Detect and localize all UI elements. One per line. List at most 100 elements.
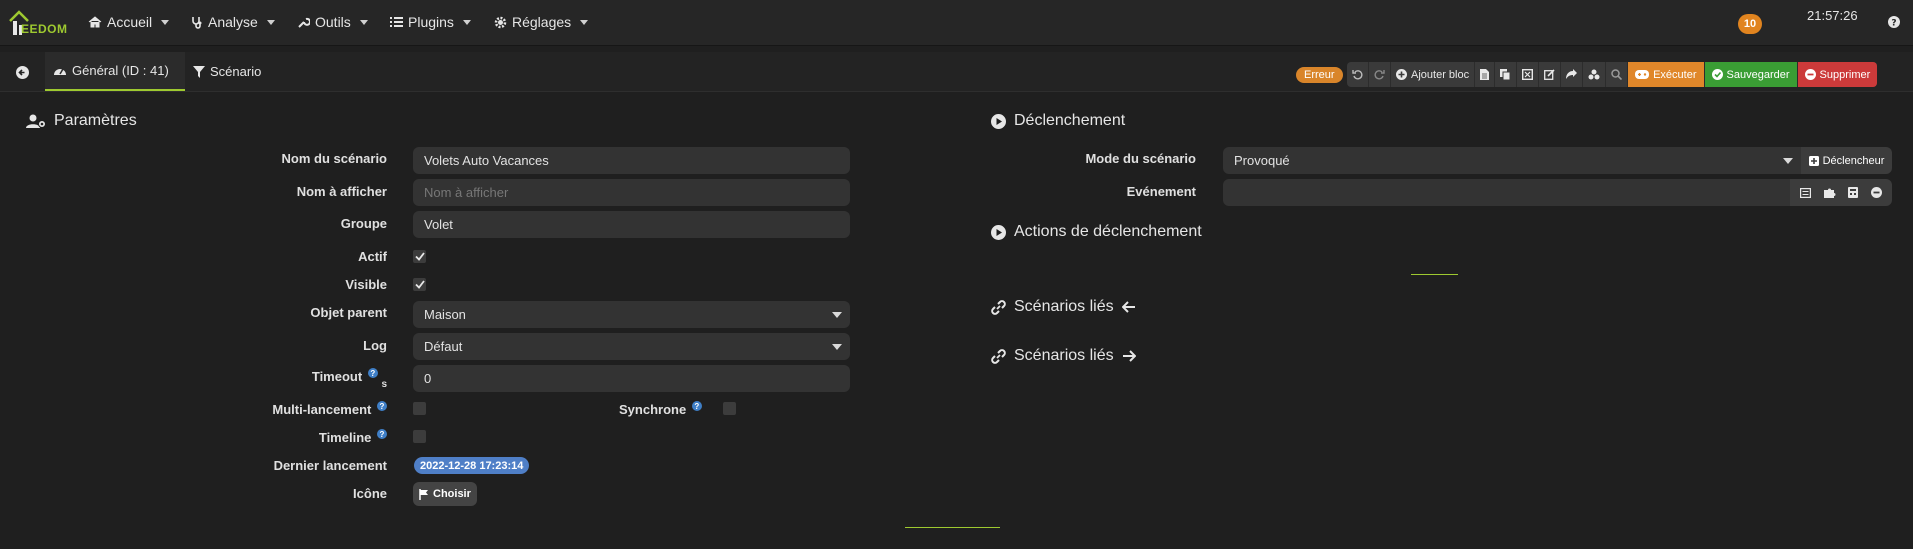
- calculator-icon[interactable]: [1848, 187, 1859, 198]
- template-icon: [1522, 69, 1534, 80]
- nav-plugins[interactable]: Plugins: [390, 14, 471, 30]
- execute-button[interactable]: Exécuter: [1628, 62, 1705, 87]
- nav-reglages[interactable]: Réglages: [494, 14, 589, 30]
- last-run-badge: 2022-12-28 17:23:14: [414, 457, 530, 474]
- log-select[interactable]: Défaut: [413, 333, 850, 360]
- list-icon: [390, 17, 403, 27]
- play-circle-icon: [991, 224, 1006, 240]
- puzzle-icon[interactable]: [1823, 187, 1836, 198]
- search-button[interactable]: [1606, 62, 1629, 87]
- log-value: Défaut: [424, 339, 463, 354]
- trigger-actions-title: Actions de déclenchement: [1014, 223, 1202, 240]
- add-trigger-label: Déclencheur: [1822, 154, 1885, 167]
- search-icon: [1611, 69, 1623, 80]
- copy-button[interactable]: [1495, 62, 1518, 87]
- logo-text: EEDOM: [21, 22, 68, 36]
- help-icon[interactable]: ?: [367, 368, 378, 378]
- linked-in-title: Scénarios liés: [1014, 298, 1114, 315]
- status-badge-erreur: Erreur: [1296, 67, 1343, 83]
- parent-object-select[interactable]: Maison: [413, 301, 850, 328]
- undo-button[interactable]: [1347, 62, 1369, 87]
- trigger-actions-section-title: Actions de déclenchement: [991, 223, 1202, 241]
- divider: [1411, 274, 1458, 275]
- linked-out-section-title[interactable]: Scénarios liés: [991, 347, 1136, 365]
- multi-launch-label: Multi-lancement: [272, 401, 372, 417]
- sync-checkbox[interactable]: [723, 402, 736, 415]
- plus-square-icon: [1808, 155, 1819, 166]
- add-block-button[interactable]: Ajouter bloc: [1391, 62, 1476, 87]
- nav-plugins-label: Plugins: [408, 14, 454, 30]
- chevron-down-icon: [832, 312, 842, 318]
- help-icon[interactable]: ?: [377, 401, 387, 411]
- params-title: Paramètres: [54, 112, 137, 129]
- tab-general[interactable]: Général (ID : 41): [45, 52, 185, 91]
- multi-launch-label-group: Multi-lancement ?: [272, 401, 387, 417]
- export-button[interactable]: [1561, 62, 1584, 87]
- play-circle-icon: [991, 113, 1006, 129]
- multi-launch-checkbox[interactable]: [413, 402, 426, 415]
- nav-outils[interactable]: Outils: [297, 14, 368, 30]
- add-trigger-button[interactable]: Déclencheur: [1801, 147, 1892, 174]
- linked-in-section-title[interactable]: Scénarios liés: [991, 298, 1136, 316]
- undo-icon: [1352, 70, 1363, 80]
- back-button[interactable]: [6, 58, 38, 86]
- timeout-label-group: Timeout ? s: [312, 368, 387, 390]
- group-input[interactable]: Volet: [413, 211, 850, 238]
- dashboard-icon: [54, 68, 66, 75]
- chevron-down-icon: [161, 19, 170, 25]
- arrow-circle-left-icon: [15, 65, 29, 79]
- nav-analyse[interactable]: Analyse: [191, 14, 275, 30]
- sync-label-group: Synchrone ?: [619, 401, 702, 417]
- add-block-label: Ajouter bloc: [1411, 68, 1470, 81]
- list-alt-icon[interactable]: [1800, 187, 1812, 198]
- linked-out-title: Scénarios liés: [1014, 347, 1114, 364]
- help-icon[interactable]: ?: [691, 401, 702, 411]
- question-circle-icon[interactable]: ?: [1888, 16, 1900, 28]
- save-button[interactable]: Sauvegarder: [1704, 62, 1798, 87]
- redo-button[interactable]: [1369, 62, 1391, 87]
- event-label: Evénement: [1126, 184, 1196, 199]
- tab-scenario[interactable]: Scénario: [185, 52, 269, 91]
- visible-checkbox[interactable]: [413, 278, 426, 291]
- timeout-unit: s: [381, 378, 387, 390]
- nav-reglages-label: Réglages: [512, 14, 572, 30]
- copy-icon: [1500, 69, 1511, 80]
- check-circle-icon: [1711, 69, 1723, 80]
- template-button[interactable]: [1517, 62, 1540, 87]
- mode-label: Mode du scénario: [1085, 151, 1196, 166]
- active-checkbox[interactable]: [413, 250, 426, 263]
- notification-badge[interactable]: 10: [1738, 14, 1762, 34]
- sitemap-icon: [1588, 69, 1600, 80]
- display-name-input[interactable]: Nom à afficher: [413, 179, 850, 206]
- parent-object-value: Maison: [424, 307, 466, 322]
- nav-accueil[interactable]: Accueil: [88, 14, 170, 30]
- flag-icon: [419, 488, 428, 500]
- scenario-mode-select[interactable]: Provoqué: [1223, 147, 1801, 174]
- jeedom-logo[interactable]: EEDOM: [4, 6, 70, 40]
- timeline-label: Timeline: [318, 429, 372, 445]
- last-run-label: Dernier lancement: [273, 458, 387, 473]
- timeline-checkbox[interactable]: [413, 430, 426, 443]
- scenario-mode-value: Provoqué: [1234, 153, 1290, 168]
- trigger-title: Déclenchement: [1014, 112, 1126, 129]
- chevron-down-icon: [266, 19, 275, 25]
- choose-icon-button[interactable]: Choisir: [413, 482, 477, 506]
- chevron-down-icon: [462, 19, 471, 25]
- plus-circle-icon: [1396, 69, 1407, 80]
- filter-icon: [193, 65, 205, 78]
- timeout-input[interactable]: 0: [413, 365, 850, 392]
- chevron-down-icon: [1783, 158, 1793, 164]
- execute-label: Exécuter: [1653, 68, 1697, 81]
- minus-circle-icon[interactable]: [1870, 187, 1882, 198]
- delete-button[interactable]: Supprimer: [1797, 62, 1878, 87]
- help-icon[interactable]: ?: [377, 429, 387, 439]
- dependencies-button[interactable]: [1583, 62, 1607, 87]
- icon-label: Icône: [353, 486, 387, 501]
- minus-circle-icon: [1804, 69, 1816, 80]
- event-input[interactable]: [1223, 179, 1790, 206]
- edit-button[interactable]: [1539, 62, 1562, 87]
- stethoscope-icon: [192, 16, 202, 29]
- parent-label: Objet parent: [310, 305, 387, 320]
- scenario-name-input[interactable]: Volets Auto Vacances: [413, 147, 850, 174]
- log-button[interactable]: [1475, 62, 1496, 87]
